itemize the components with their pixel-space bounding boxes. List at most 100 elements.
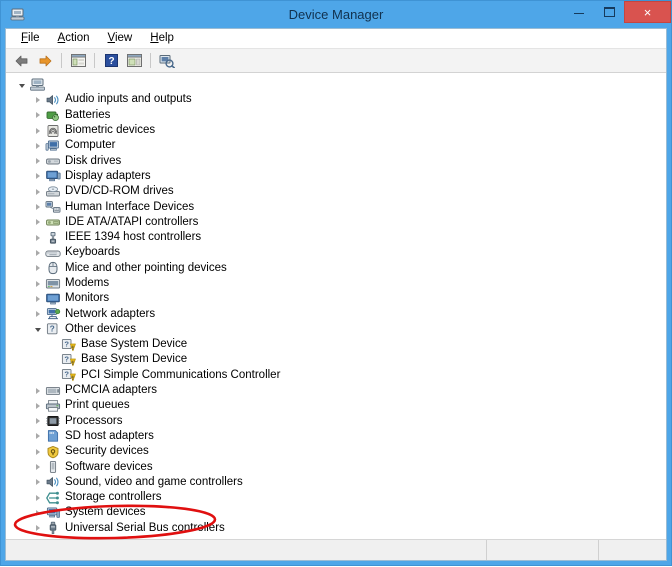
- tree-category-item[interactable]: Mice and other pointing devices: [6, 261, 666, 276]
- expander-collapsed-icon[interactable]: [30, 311, 45, 317]
- expander-collapsed-icon[interactable]: [30, 449, 45, 455]
- tree-category-item[interactable]: DVD/CD-ROM drives: [6, 184, 666, 199]
- menu-file[interactable]: File: [12, 29, 49, 48]
- expander-collapsed-icon[interactable]: [30, 281, 45, 287]
- expander-collapsed-icon[interactable]: [30, 418, 45, 424]
- minimize-icon: [574, 13, 584, 14]
- tree-child-item[interactable]: ?Base System Device: [6, 352, 666, 367]
- expander-collapsed-icon[interactable]: [30, 173, 45, 179]
- expander-expanded-icon[interactable]: [14, 82, 29, 88]
- expander-collapsed-icon[interactable]: [30, 189, 45, 195]
- tree-item-label: Software devices: [65, 460, 153, 475]
- menu-help[interactable]: Help: [141, 29, 183, 48]
- monitor-icon: [45, 292, 61, 306]
- menu-bar: File Action View Help: [6, 29, 666, 49]
- expander-collapsed-icon[interactable]: [30, 97, 45, 103]
- tree-category-item[interactable]: Modems: [6, 276, 666, 291]
- tree-child-item[interactable]: ? PCI Simple Communications Controller: [6, 368, 666, 383]
- pcmcia-icon: [45, 384, 61, 398]
- expander-collapsed-icon[interactable]: [30, 296, 45, 302]
- tree-category-item[interactable]: Audio inputs and outputs: [6, 92, 666, 107]
- properties-button[interactable]: [123, 50, 145, 71]
- show-hide-console-tree-button[interactable]: [67, 50, 89, 71]
- tree-category-item[interactable]: PCMCIA adapters: [6, 383, 666, 398]
- tree-category-item[interactable]: Security devices: [6, 444, 666, 459]
- tree-item-label: Base System Device: [81, 352, 187, 367]
- svg-text:?: ?: [108, 56, 114, 67]
- maximize-button[interactable]: [594, 1, 624, 22]
- menu-action[interactable]: Action: [49, 29, 99, 48]
- printer-icon: [45, 399, 61, 413]
- disk-drive-icon: [45, 154, 61, 168]
- title-bar[interactable]: Device Manager ×: [1, 1, 671, 28]
- tree-item-label: PCMCIA adapters: [65, 383, 157, 398]
- close-icon: ×: [625, 2, 670, 22]
- expander-collapsed-icon[interactable]: [30, 219, 45, 225]
- tree-category-item[interactable]: Batteries: [6, 108, 666, 123]
- properties-icon: [127, 54, 142, 67]
- expander-collapsed-icon[interactable]: [30, 525, 45, 531]
- expander-collapsed-icon[interactable]: [30, 112, 45, 118]
- tree-category-item[interactable]: Processors: [6, 414, 666, 429]
- expander-collapsed-icon[interactable]: [30, 464, 45, 470]
- tree-item-label: Monitors: [65, 291, 109, 306]
- expander-collapsed-icon[interactable]: [30, 250, 45, 256]
- tree-item-label: Security devices: [65, 444, 149, 459]
- expander-expanded-icon[interactable]: [30, 326, 45, 332]
- svg-text:?: ?: [50, 324, 55, 334]
- tree-category-item[interactable]: IDE ATA/ATAPI controllers: [6, 215, 666, 230]
- tree-item-label: PCI Simple Communications Controller: [81, 368, 280, 383]
- expander-collapsed-icon[interactable]: [30, 204, 45, 210]
- scan-for-hardware-changes-button[interactable]: [156, 50, 178, 71]
- tree-category-item[interactable]: SD host adapters: [6, 429, 666, 444]
- tree-item-label: Network adapters: [65, 307, 155, 322]
- back-button[interactable]: [11, 50, 33, 71]
- expander-collapsed-icon[interactable]: [30, 403, 45, 409]
- ide-controller-icon: [45, 215, 61, 229]
- tree-category-item[interactable]: IEEE 1394 host controllers: [6, 230, 666, 245]
- status-bar: [6, 539, 666, 560]
- tree-child-item[interactable]: ?Base System Device: [6, 337, 666, 352]
- tree-category-item[interactable]: Disk drives: [6, 153, 666, 168]
- expander-collapsed-icon[interactable]: [30, 128, 45, 134]
- tree-category-item[interactable]: System devices: [6, 505, 666, 520]
- expander-collapsed-icon[interactable]: [30, 510, 45, 516]
- system-device-icon: [45, 506, 61, 520]
- tree-category-item[interactable]: Keyboards: [6, 245, 666, 260]
- expander-collapsed-icon[interactable]: [30, 265, 45, 271]
- tree-category-item[interactable]: Universal Serial Bus controllers: [6, 521, 666, 536]
- unknown-device-warning-icon: ?: [61, 338, 77, 352]
- tree-category-item[interactable]: Biometric devices: [6, 123, 666, 138]
- tree-category-item[interactable]: Sound, video and game controllers: [6, 475, 666, 490]
- unknown-device-warning-icon: ?: [61, 368, 77, 382]
- expander-collapsed-icon[interactable]: [30, 158, 45, 164]
- tree-root-node[interactable]: [6, 77, 666, 92]
- tree-category-item[interactable]: Computer: [6, 138, 666, 153]
- expander-collapsed-icon[interactable]: [30, 388, 45, 394]
- expander-collapsed-icon[interactable]: [30, 235, 45, 241]
- tree-category-item[interactable]: Print queues: [6, 398, 666, 413]
- tree-category-item[interactable]: Storage controllers: [6, 490, 666, 505]
- keyboard-icon: [45, 246, 61, 260]
- tree-category-item[interactable]: Display adapters: [6, 169, 666, 184]
- expander-collapsed-icon[interactable]: [30, 479, 45, 485]
- tree-category-item[interactable]: Software devices: [6, 459, 666, 474]
- expander-collapsed-icon[interactable]: [30, 495, 45, 501]
- tree-category-item[interactable]: Monitors: [6, 291, 666, 306]
- speaker-icon: [45, 93, 61, 107]
- expander-collapsed-icon[interactable]: [30, 143, 45, 149]
- close-button[interactable]: ×: [624, 1, 671, 23]
- tree-item-label: Computer: [65, 138, 116, 153]
- tree-category-item[interactable]: Human Interface Devices: [6, 199, 666, 214]
- tree-item-label: Batteries: [65, 108, 110, 123]
- expander-collapsed-icon[interactable]: [30, 433, 45, 439]
- device-tree[interactable]: Audio inputs and outputsBatteriesBiometr…: [6, 73, 666, 539]
- help-button[interactable]: ?: [100, 50, 122, 71]
- tree-item-label: Universal Serial Bus controllers: [65, 521, 225, 536]
- menu-view[interactable]: View: [99, 29, 142, 48]
- tree-category-item[interactable]: Network adapters: [6, 306, 666, 321]
- minimize-button[interactable]: [564, 1, 594, 22]
- tree-category-item[interactable]: ?Other devices: [6, 322, 666, 337]
- forward-button[interactable]: [34, 50, 56, 71]
- mouse-icon: [45, 261, 61, 275]
